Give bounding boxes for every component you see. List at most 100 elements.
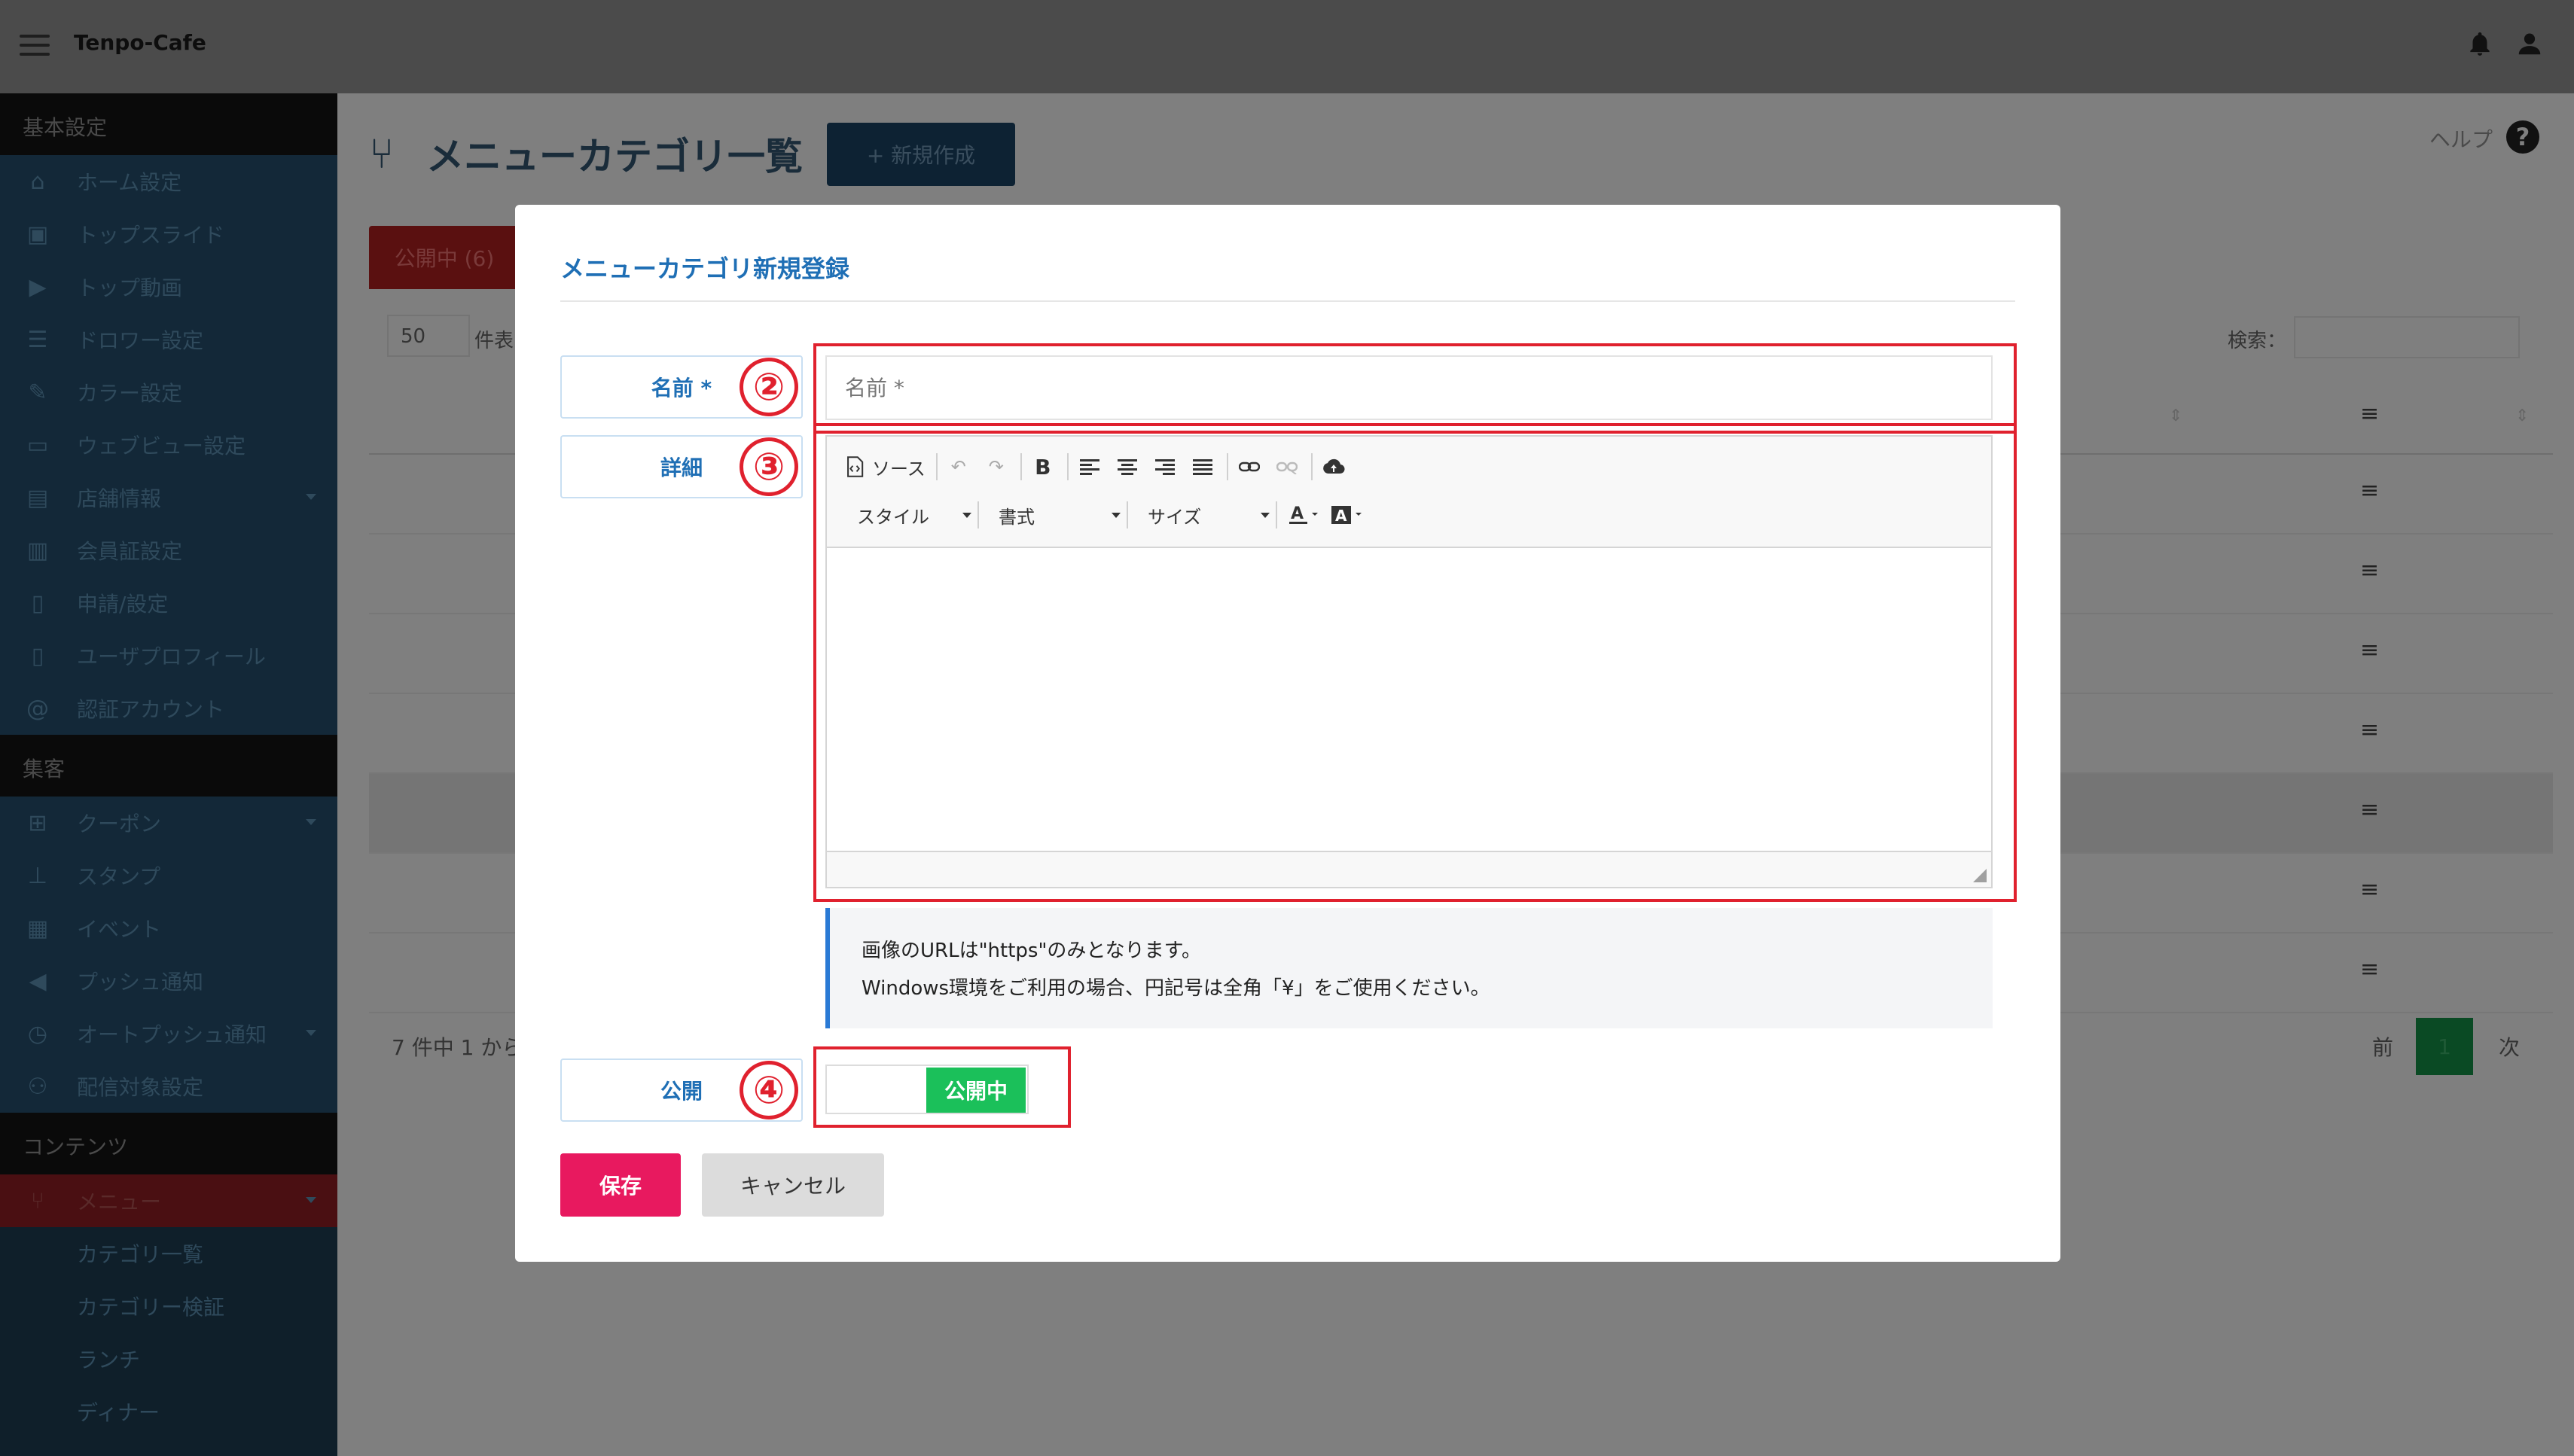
per-page-select[interactable]: 50 (387, 315, 470, 357)
sidebar-item-event[interactable]: ▦ イベント (0, 902, 337, 955)
sidebar-item-drawer-settings[interactable]: ☰ ドロワー設定 (0, 313, 337, 366)
source-button[interactable]: ソース (845, 452, 926, 482)
users-icon: ⚇ (27, 1073, 48, 1100)
pagination-prev[interactable]: 前 (2372, 1031, 2393, 1062)
format-dropdown[interactable]: 書式 (987, 500, 1127, 530)
drag-handle-icon[interactable]: ≡ (2360, 876, 2379, 903)
sidebar-item-top-slide[interactable]: ▣ トップスライド (0, 208, 337, 260)
pagination-page[interactable]: 1 (2416, 1018, 2473, 1075)
name-input[interactable] (825, 355, 1993, 420)
sort-icon[interactable]: ⇕ (2169, 407, 2182, 425)
editor-content-area[interactable] (827, 550, 1991, 851)
sidebar-subitem-category-list[interactable]: カテゴリ一覧 (0, 1227, 337, 1280)
sidebar-item-label: スタンプ (77, 864, 161, 889)
sidebar-item-color-settings[interactable]: ✎ カラー設定 (0, 366, 337, 419)
sidebar-item-label: 認証アカウント (77, 697, 225, 722)
drag-handle-icon[interactable]: ≡ (2360, 477, 2379, 504)
gift-icon: ⊞ (28, 809, 47, 836)
align-center-icon[interactable] (1114, 452, 1141, 482)
toolbar-separator (1127, 501, 1128, 528)
pagination-next[interactable]: 次 (2499, 1031, 2520, 1062)
align-justify-icon[interactable] (1189, 452, 1216, 482)
drag-handle-icon[interactable]: ≡ (2360, 797, 2379, 823)
help-icon[interactable]: ? (2506, 120, 2539, 154)
style-dropdown[interactable]: スタイル (845, 500, 977, 530)
toolbar-separator (1066, 453, 1069, 480)
sidebar-item-coupon[interactable]: ⊞ クーポン (0, 797, 337, 849)
sidebar-item-application[interactable]: ▯ 申請/設定 (0, 577, 337, 629)
upload-cloud-icon[interactable] (1320, 452, 1347, 482)
sidebar-item-target-settings[interactable]: ⚇ 配信対象設定 (0, 1060, 337, 1113)
drag-handle-icon[interactable]: ≡ (2360, 557, 2379, 583)
publish-toggle[interactable]: 公開中 (825, 1065, 1029, 1114)
sidebar-item-user-profile[interactable]: ▯ ユーザプロフィール (0, 629, 337, 682)
undo-icon[interactable]: ↶ (945, 452, 972, 482)
drag-handle-icon[interactable]: ≡ (2360, 717, 2379, 743)
link-icon[interactable] (1236, 452, 1263, 482)
format-dropdown-label: 書式 (999, 506, 1035, 528)
sidebar-section-contents: コンテンツ (0, 1113, 337, 1174)
align-right-icon[interactable] (1151, 452, 1179, 482)
size-dropdown-label: サイズ (1148, 506, 1202, 528)
new-create-button[interactable]: + 新規作成 (827, 123, 1015, 186)
sidebar-item-stamp[interactable]: ⊥ スタンプ (0, 849, 337, 902)
pencil-icon: ✎ (28, 379, 47, 406)
background-color-icon[interactable]: A (1331, 500, 1366, 530)
editor-toolbar: ソース ↶ ↷ B スタイル 書式 サイズ A A (827, 437, 1991, 548)
sidebar-item-auto-push[interactable]: ◷ オートプッシュ通知 (0, 1007, 337, 1060)
profile-doc-icon: ▯ (31, 642, 44, 669)
publish-toggle-on[interactable]: 公開中 (926, 1068, 1026, 1113)
sidebar-item-label: イベント (77, 917, 162, 942)
cancel-button[interactable]: キャンセル (702, 1153, 884, 1217)
align-left-icon[interactable] (1076, 452, 1103, 482)
user-icon[interactable] (2515, 29, 2544, 59)
sort-icon[interactable]: ⇕ (2515, 407, 2529, 425)
chevron-down-icon (1112, 512, 1121, 518)
text-color-icon[interactable]: A (1289, 500, 1321, 530)
unlink-icon[interactable] (1273, 452, 1301, 482)
toolbar-separator (1310, 453, 1313, 480)
sidebar-item-webview-settings[interactable]: ▭ ウェブビュー設定 (0, 419, 337, 471)
document-icon: ▯ (31, 589, 44, 617)
sidebar-item-auth-account[interactable]: @ 認証アカウント (0, 682, 337, 735)
sidebar-subitem-dinner[interactable]: ディナー (0, 1385, 337, 1438)
help-link[interactable]: ヘルプ (2429, 123, 2493, 154)
create-category-modal: メニューカテゴリ新規登録 名前 * ② 詳細 ③ ソース ↶ ↷ B (515, 205, 2060, 1262)
style-dropdown-label: スタイル (857, 506, 929, 528)
id-card-icon: ▥ (26, 537, 49, 564)
save-button[interactable]: 保存 (560, 1153, 681, 1217)
sidebar-item-label: 会員証設定 (77, 539, 183, 564)
modal-divider (560, 300, 2015, 302)
sidebar-item-push[interactable]: ◀ プッシュ通知 (0, 955, 337, 1007)
utensils-icon: ⑂ (31, 1187, 44, 1214)
sidebar-subitem-lunch[interactable]: ランチ (0, 1333, 337, 1385)
drag-handle-icon[interactable]: ≡ (2360, 637, 2379, 663)
tab-published[interactable]: 公開中 (6) (369, 226, 520, 289)
sidebar-item-top-video[interactable]: ▶ トップ動画 (0, 260, 337, 313)
search-input[interactable] (2294, 316, 2520, 358)
video-icon: ▶ (29, 273, 47, 300)
sidebar-item-label: クーポン (77, 812, 162, 836)
per-page-label: 件表 (474, 330, 514, 352)
sidebar-item-member-card[interactable]: ▥ 会員証設定 (0, 524, 337, 577)
drag-handle-icon[interactable]: ≡ (2360, 956, 2379, 982)
sidebar-subitem-category-verify[interactable]: カテゴリー検証 (0, 1280, 337, 1333)
sidebar-item-label: トップ動画 (77, 276, 183, 300)
search-label: 検索： (2228, 330, 2287, 352)
at-icon: @ (26, 695, 49, 722)
resize-handle-icon[interactable] (1973, 869, 1987, 882)
sidebar-item-menu[interactable]: ⑂ メニュー (0, 1174, 337, 1227)
note-line-2: Windows環境をご利用の場合、円記号は全角「¥」をご使用ください。 (862, 977, 1490, 1000)
sidebar-item-label: カラー設定 (77, 381, 183, 406)
chevron-down-icon (306, 494, 316, 500)
redo-icon[interactable]: ↷ (983, 452, 1010, 482)
sidebar-item-home-settings[interactable]: ⌂ ホーム設定 (0, 155, 337, 208)
sidebar-item-label: ユーザプロフィール (77, 644, 266, 669)
bell-icon[interactable] (2466, 29, 2494, 59)
hamburger-menu-icon[interactable] (20, 35, 50, 57)
size-dropdown[interactable]: サイズ (1136, 500, 1276, 530)
sidebar-item-label: オートプッシュ通知 (77, 1022, 267, 1047)
sidebar-item-store-info[interactable]: ▤ 店舗情報 (0, 471, 337, 524)
bold-icon[interactable]: B (1029, 452, 1057, 482)
sidebar-section-marketing: 集客 (0, 735, 337, 797)
